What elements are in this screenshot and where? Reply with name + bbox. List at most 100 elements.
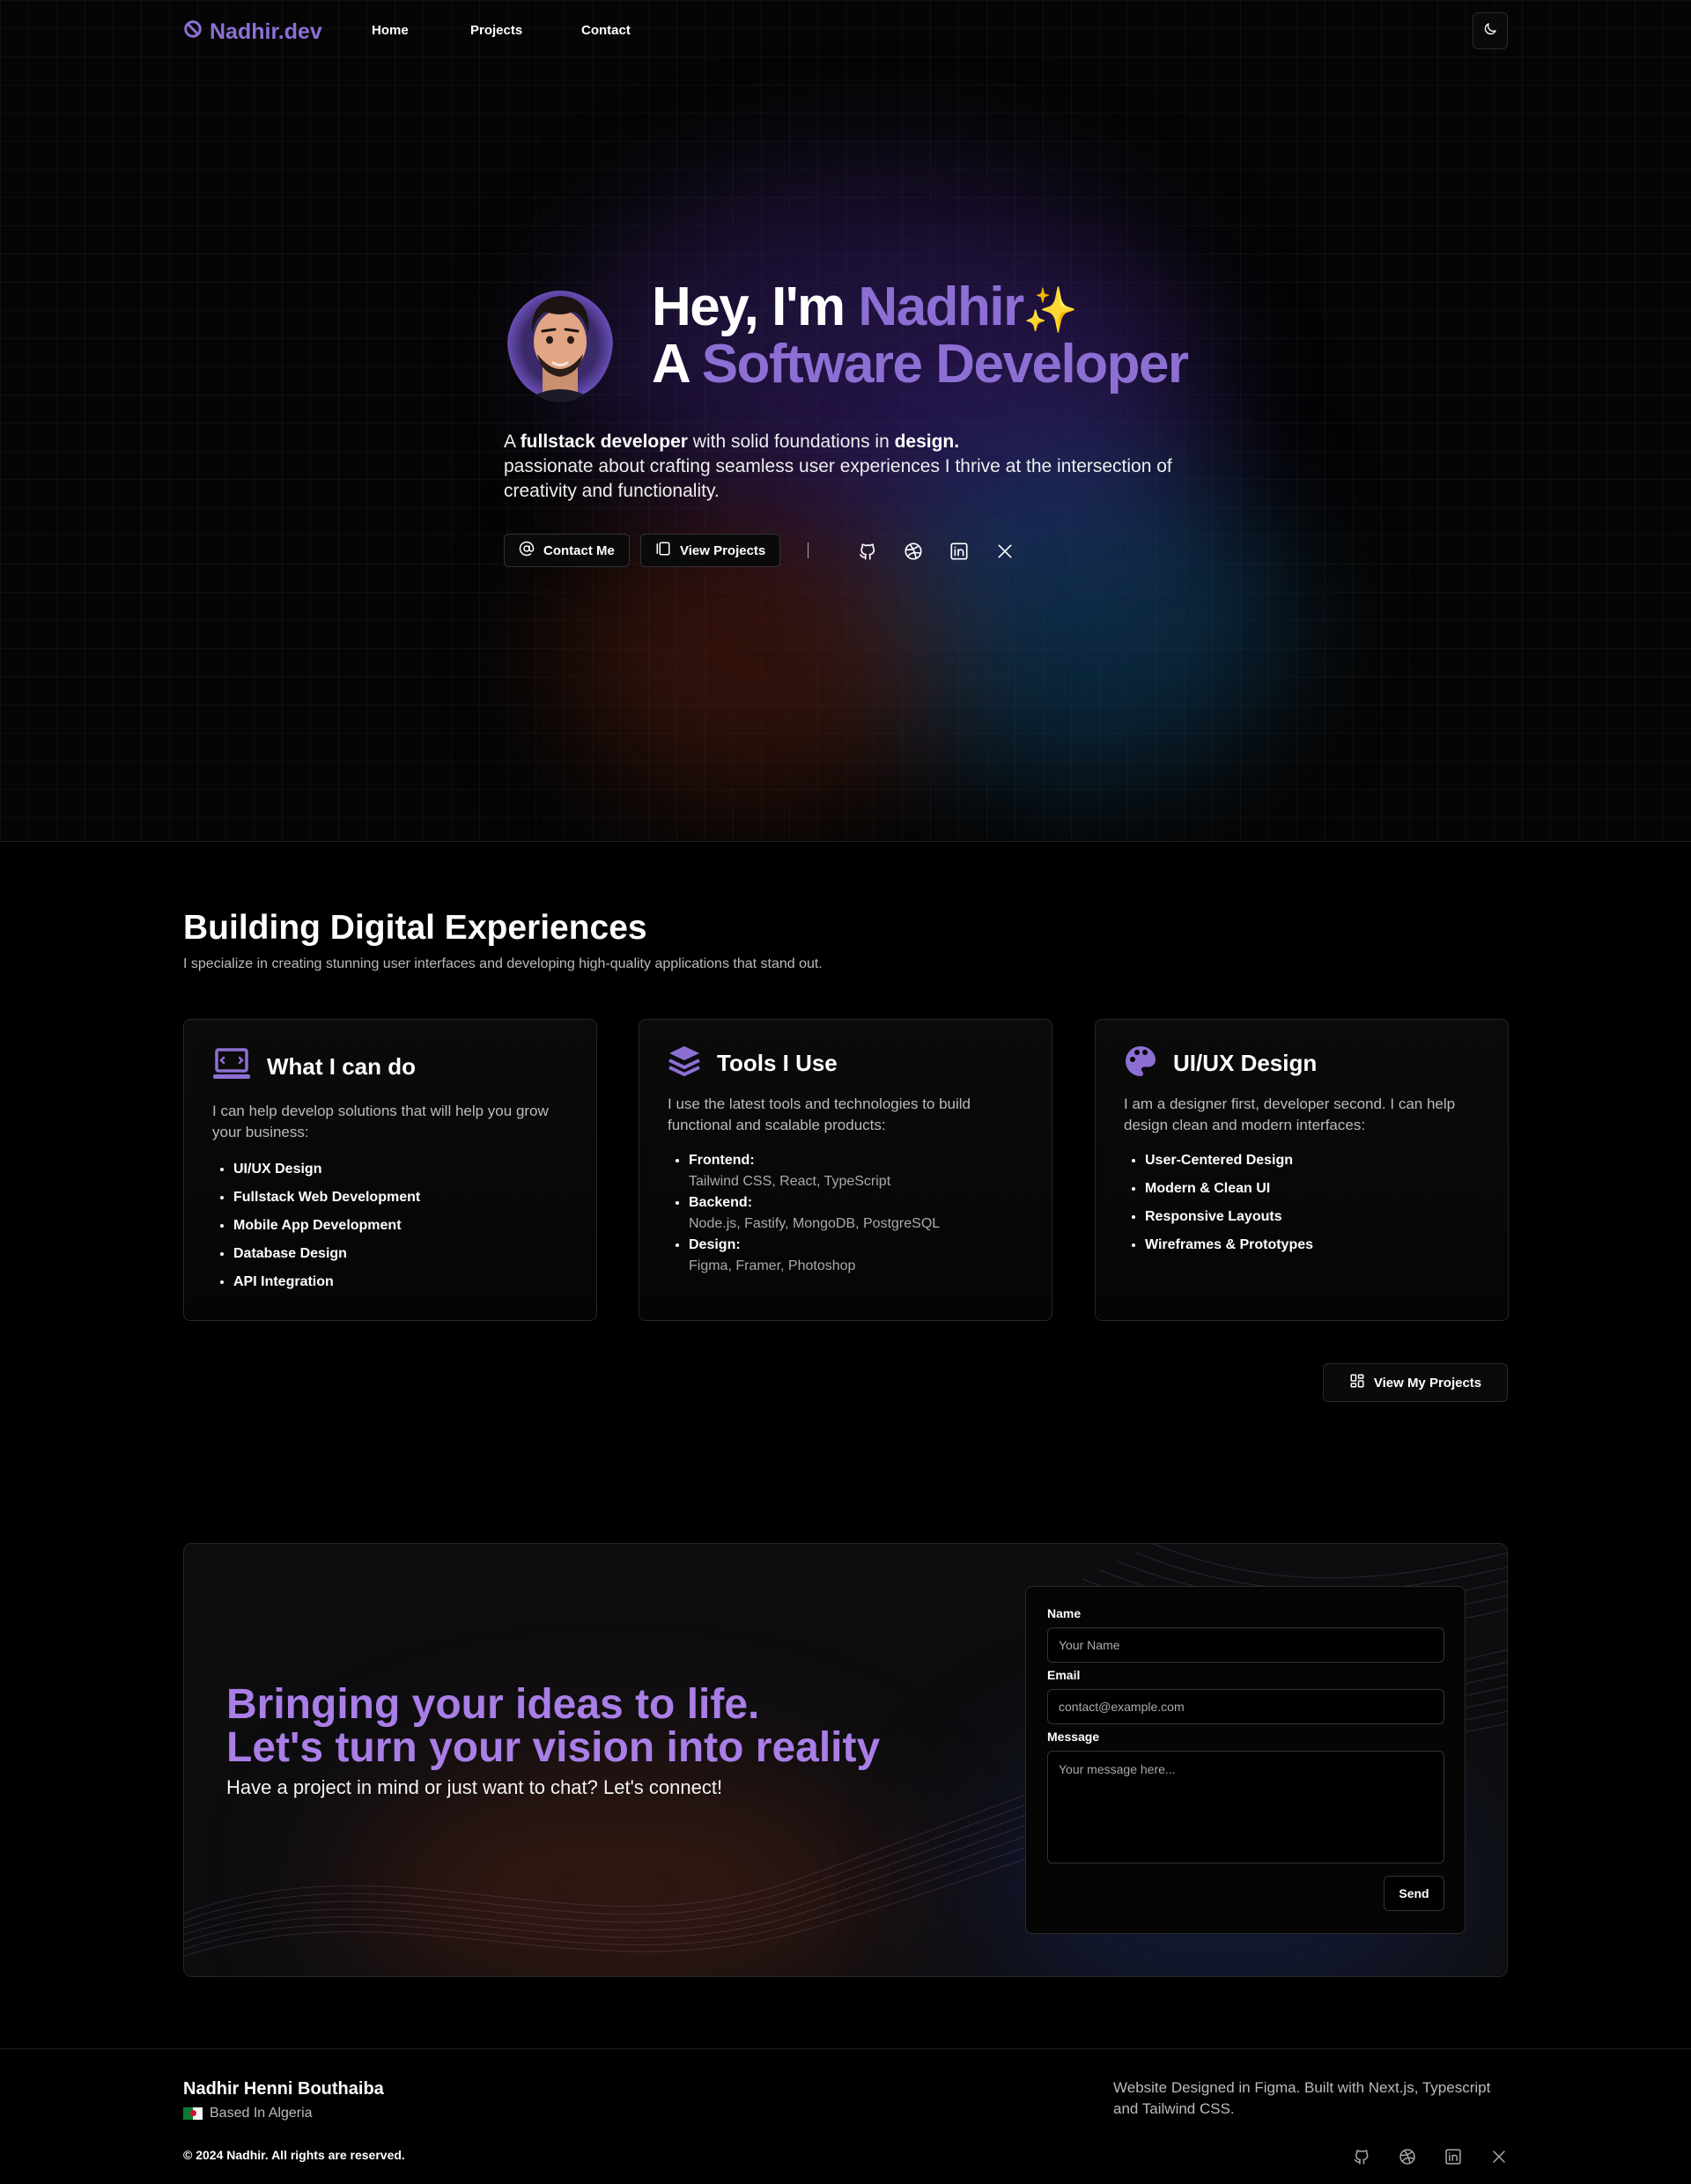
hero-name: Nadhir <box>858 277 1024 337</box>
tool-values: Node.js, Fastify, MongoDB, PostgreSQL <box>689 1216 941 1231</box>
name-input[interactable] <box>1047 1627 1444 1663</box>
name-label: Name <box>1047 1606 1082 1620</box>
dashboard-icon <box>1349 1373 1365 1392</box>
card-title: Tools I Use <box>717 1050 838 1076</box>
at-sign-icon <box>519 541 535 560</box>
list-item: Database Design <box>233 1240 420 1268</box>
list-item: UI/UX Design <box>233 1155 420 1184</box>
list-item: Responsive Layouts <box>1145 1203 1313 1231</box>
top-navbar: Nadhir.dev Home Projects Contact <box>183 0 1508 63</box>
palette-icon <box>1124 1044 1157 1082</box>
footer-name: Nadhir Henni Bouthaiba <box>183 2079 384 2099</box>
nav-link-contact[interactable]: Contact <box>581 23 631 38</box>
hero-intro: A fullstack developer with solid foundat… <box>504 430 1173 504</box>
x-twitter-icon[interactable] <box>1487 2144 1511 2169</box>
theme-toggle-button[interactable] <box>1473 12 1508 49</box>
hero-heading-line-1: Hey, I'm Nadhir✨ <box>652 280 1188 337</box>
email-label: Email <box>1047 1668 1081 1682</box>
contact-form: Name Email Message Send <box>1025 1586 1466 1934</box>
contact-heading-line-2: Let's turn your vision into reality <box>226 1724 881 1771</box>
gallery-icon <box>655 541 671 560</box>
intro-design: design. <box>894 432 960 452</box>
list-item: API Integration <box>233 1268 420 1296</box>
linkedin-icon[interactable] <box>947 539 971 564</box>
list-item: Modern & Clean UI <box>1145 1175 1313 1203</box>
card-what-i-can-do: What I can do I can help develop solutio… <box>183 1019 597 1321</box>
footer-built-with: Website Designed in Figma. Built with Ne… <box>1113 2079 1491 2117</box>
github-icon[interactable] <box>1349 2144 1374 2169</box>
list-item: Frontend: Tailwind CSS, React, TypeScript <box>689 1150 940 1192</box>
tool-category: Frontend: <box>689 1153 755 1168</box>
greeting-text: Hey, I'm <box>652 277 859 337</box>
contact-me-button[interactable]: Contact Me <box>504 534 630 567</box>
contact-section: Bringing your ideas to life. Let's turn … <box>183 1543 1508 1977</box>
moon-icon <box>1482 21 1498 41</box>
logo-text: Nadhir.dev <box>210 18 322 44</box>
send-button[interactable]: Send <box>1384 1876 1444 1911</box>
site-footer: Nadhir Henni Bouthaiba Based In Algeria … <box>0 2048 1691 2184</box>
card-ui-ux-design: UI/UX Design I am a designer first, deve… <box>1095 1019 1509 1321</box>
hero-section: Nadhir.dev Home Projects Contact Hey, I'… <box>0 0 1691 842</box>
dribbble-icon[interactable] <box>901 539 926 564</box>
card-title: UI/UX Design <box>1173 1050 1318 1076</box>
hero-heading-line-2: A Software Developer <box>652 334 1189 395</box>
message-label: Message <box>1047 1730 1100 1744</box>
list-item: User-Centered Design <box>1145 1147 1313 1175</box>
sparkle-icon: ✨ <box>1023 285 1078 335</box>
nav-link-home[interactable]: Home <box>372 23 409 38</box>
list-item: Fullstack Web Development <box>233 1184 420 1212</box>
email-input[interactable] <box>1047 1689 1444 1724</box>
contact-heading: Bringing your ideas to life. Let's turn … <box>226 1683 880 1769</box>
contact-heading-line-1: Bringing your ideas to life. <box>226 1681 760 1728</box>
view-projects-label: View Projects <box>680 542 766 558</box>
linkedin-icon[interactable] <box>1441 2144 1466 2169</box>
message-textarea[interactable] <box>1047 1751 1444 1863</box>
list-item: Design: Figma, Framer, Photoshop <box>689 1235 940 1277</box>
contact-subtitle: Have a project in mind or just want to c… <box>226 1776 723 1798</box>
site-logo[interactable]: Nadhir.dev <box>183 18 322 46</box>
card-header: UI/UX Design <box>1124 1044 1317 1082</box>
list-item: Mobile App Development <box>233 1212 420 1240</box>
hero-divider <box>808 542 809 558</box>
design-list: User-Centered Design Modern & Clean UI R… <box>1145 1147 1313 1259</box>
intro-text-c: passionate about crafting seamless user … <box>504 456 1172 501</box>
card-description: I use the latest tools and technologies … <box>668 1096 971 1133</box>
profile-avatar <box>507 278 613 402</box>
hero-heading: Hey, I'm Nadhir✨ A Software Developer <box>652 280 1189 395</box>
intro-fullstack: fullstack developer <box>520 432 688 452</box>
tool-values: Tailwind CSS, React, TypeScript <box>689 1174 891 1189</box>
card-header: What I can do <box>212 1048 416 1086</box>
tool-category: Backend: <box>689 1195 753 1210</box>
location-text: Based In Algeria <box>210 2106 313 2121</box>
tools-list: Frontend: Tailwind CSS, React, TypeScript… <box>689 1150 940 1277</box>
card-title: What I can do <box>267 1053 416 1080</box>
laptop-icon <box>212 1048 251 1086</box>
algeria-flag-icon <box>183 2107 203 2120</box>
logo-icon <box>183 19 203 45</box>
dribbble-icon[interactable] <box>1395 2144 1420 2169</box>
about-title: Building Digital Experiences <box>183 909 647 947</box>
x-twitter-icon[interactable] <box>993 539 1017 564</box>
view-my-projects-label: View My Projects <box>1373 1375 1482 1391</box>
about-subtitle: I specialize in creating stunning user i… <box>183 956 823 971</box>
list-item: Backend: Node.js, Fastify, MongoDB, Postg… <box>689 1192 940 1235</box>
card-header: Tools I Use <box>668 1044 838 1082</box>
layers-icon <box>668 1044 701 1082</box>
github-icon[interactable] <box>855 539 880 564</box>
nav-link-projects[interactable]: Projects <box>470 23 522 38</box>
contact-me-label: Contact Me <box>543 542 615 558</box>
tool-values: Figma, Framer, Photoshop <box>689 1258 856 1273</box>
tool-category: Design: <box>689 1237 741 1252</box>
footer-location: Based In Algeria <box>183 2106 313 2121</box>
hero-role: Software Developer <box>701 334 1189 395</box>
list-item: Wireframes & Prototypes <box>1145 1231 1313 1259</box>
intro-text-a: A <box>504 432 521 452</box>
card-description: I am a designer first, developer second.… <box>1124 1096 1456 1133</box>
intro-text-b: with solid foundations in <box>687 432 895 452</box>
role-prefix: A <box>652 334 702 395</box>
portfolio-page: Nadhir.dev Home Projects Contact Hey, I'… <box>0 0 1691 2184</box>
view-my-projects-button[interactable]: View My Projects <box>1323 1363 1508 1402</box>
card-tools-i-use: Tools I Use I use the latest tools and t… <box>639 1019 1052 1321</box>
view-projects-button[interactable]: View Projects <box>640 534 781 567</box>
services-list: UI/UX Design Fullstack Web Development M… <box>233 1155 420 1296</box>
